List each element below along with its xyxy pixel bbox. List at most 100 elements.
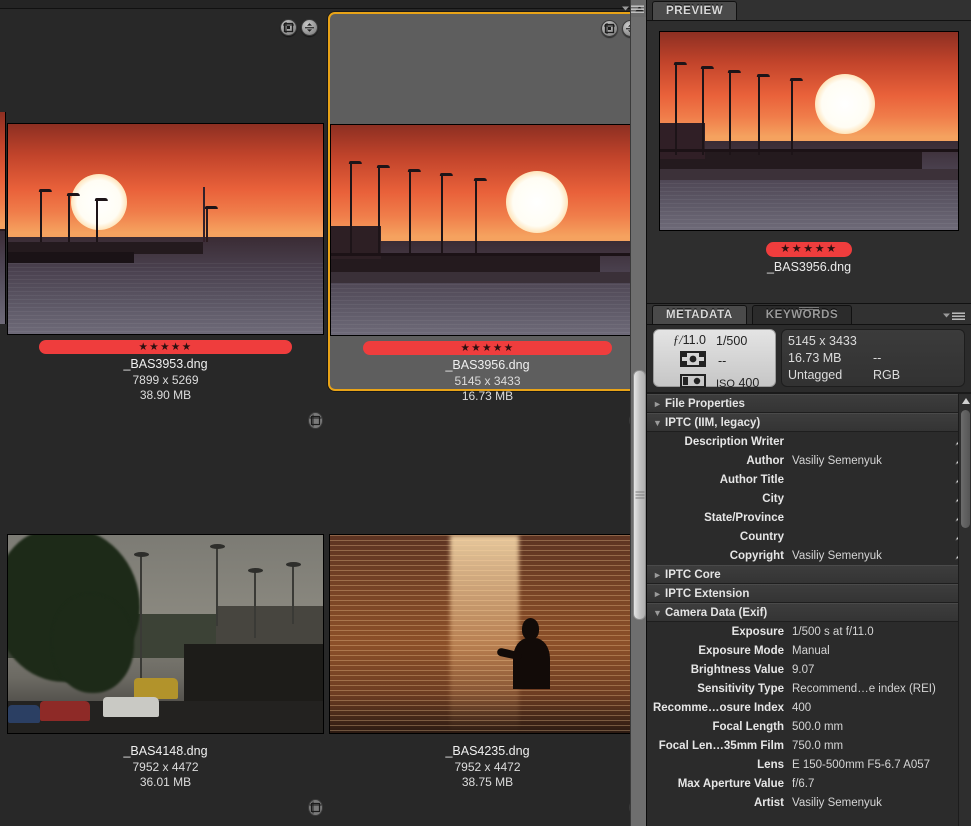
scrollbar-thumb[interactable] [961, 410, 970, 528]
raw-crop-icon[interactable] [601, 20, 618, 37]
preview-caption: ★★★★★ _BAS3956.dng [655, 239, 963, 274]
content-top-strip [0, 0, 646, 9]
metadata-row[interactable]: Author Title [647, 470, 971, 489]
section-iptc-core[interactable]: ► IPTC Core [647, 565, 971, 584]
metadata-label: Focal Len…35mm Film [658, 739, 784, 752]
thumbnail-cell[interactable]: ★★★★★ _BAS3953.dng 7899 x 5269 38.90 MB [6, 12, 325, 409]
section-title: Camera Data (Exif) [665, 606, 768, 619]
bridge-window: ★★★★★ _BAS3953.dng 7899 x 5269 38.90 MB [0, 0, 971, 826]
metadata-scrollbar[interactable] [958, 394, 971, 826]
section-iptc-extension[interactable]: ► IPTC Extension [647, 584, 971, 603]
metadata-value: 500.0 mm [792, 720, 844, 733]
metadata-row[interactable]: Focal Len…35mm Film 750.0 mm [647, 736, 971, 755]
metadata-label: Max Aperture Value [677, 777, 784, 790]
thumbnail-filename: _BAS3956.dng [445, 358, 530, 372]
metadata-row[interactable]: Exposure 1/500 s at f/11.0 [647, 622, 971, 641]
preview-tabbar: PREVIEW [647, 0, 971, 21]
section-title: File Properties [665, 397, 745, 410]
stack-collapse-icon[interactable] [301, 19, 318, 36]
content-panel-menu-icon[interactable] [622, 1, 644, 19]
metadata-row[interactable]: Brightness Value 9.07 [647, 660, 971, 679]
metadata-row[interactable]: City [647, 489, 971, 508]
metadata-row[interactable]: Country [647, 527, 971, 546]
chevron-right-icon: ► [653, 398, 662, 409]
right-panel: PREVIEW ★★★★★ _BAS3956.dng METADATA KEYW… [646, 0, 971, 826]
thumbnail-image[interactable] [330, 124, 645, 336]
metadata-value: 400 [792, 701, 812, 714]
rating-badge[interactable]: ★★★★★ [39, 340, 292, 354]
exif-summary-right: 5145 x 3433 16.73 MB -- Untagged RGB [781, 329, 965, 387]
metadata-row[interactable]: Lens E 150-500mm F5-6.7 A057 [647, 755, 971, 774]
metadata-label: Description Writer [684, 435, 784, 448]
metering-mode-icon [658, 349, 710, 372]
image-dimensions: 5145 x 3433 [788, 333, 857, 348]
thumbnail-image[interactable] [329, 534, 646, 734]
metadata-value[interactable]: Vasiliy Semenyuk [792, 455, 951, 467]
section-title: IPTC Extension [665, 587, 750, 600]
chevron-right-icon: ► [653, 588, 662, 599]
exif-summary-left: ƒ/11.0 1/500 -- ISO 400 [653, 329, 776, 390]
metadata-row[interactable]: Artist Vasiliy Semenyuk [647, 793, 971, 812]
metadata-value: f/6.7 [792, 777, 815, 790]
section-file-properties[interactable]: ► File Properties [647, 394, 971, 413]
thumbnail-filesize: 36.01 MB [139, 775, 192, 789]
metadata-value: Vasiliy Semenyuk [792, 796, 882, 809]
panel-menu-icon[interactable] [943, 308, 965, 326]
metadata-row[interactable]: Sensitivity Type Recommend…e index (REI) [647, 679, 971, 698]
metadata-label: Country [739, 530, 784, 543]
metadata-value: 750.0 mm [792, 739, 844, 752]
metadata-label: Author Title [719, 473, 784, 486]
metadata-row[interactable]: State/Province [647, 508, 971, 527]
scroll-up-arrow-icon[interactable] [959, 394, 971, 408]
metadata-value: Recommend…e index (REI) [792, 682, 936, 695]
preview-rating-badge[interactable]: ★★★★★ [766, 242, 852, 257]
thumbnail-image[interactable] [7, 123, 324, 335]
metadata-label: Brightness Value [690, 663, 784, 676]
preview-panel: ★★★★★ _BAS3956.dng [647, 21, 971, 304]
scrollbar-grip-icon [635, 490, 644, 501]
camera-icon [658, 372, 710, 393]
metadata-label: Focal Length [712, 720, 784, 733]
metadata-row[interactable]: Copyright Vasiliy Semenyuk [647, 546, 971, 565]
metadata-row[interactable]: Author Vasiliy Semenyuk [647, 451, 971, 470]
metadata-value[interactable]: Vasiliy Semenyuk [792, 550, 951, 562]
metadata-row[interactable]: Max Aperture Value f/6.7 [647, 774, 971, 793]
tab-preview[interactable]: PREVIEW [652, 1, 738, 20]
thumbnail-image[interactable] [7, 534, 324, 734]
content-scrollbar[interactable] [630, 0, 646, 826]
section-camera-data[interactable]: ▼ Camera Data (Exif) [647, 603, 971, 622]
raw-crop-icon[interactable] [280, 19, 297, 36]
metadata-label: Exposure Mode [698, 644, 784, 657]
metadata-row[interactable]: Exposure Mode Manual [647, 641, 971, 660]
thumbnail-cell[interactable]: _BAS4235.dng 7952 x 4472 38.75 MB [328, 521, 646, 811]
section-title: IPTC (IIM, legacy) [665, 416, 761, 429]
thumbnail-grid[interactable]: ★★★★★ _BAS3953.dng 7899 x 5269 38.90 MB [0, 9, 646, 826]
metadata-row[interactable]: Recomme…osure Index 400 [647, 698, 971, 717]
stack-marker-icon[interactable] [308, 412, 323, 429]
metadata-list[interactable]: ► File Properties ▼ IPTC (IIM, legacy) D… [647, 393, 971, 826]
metadata-row[interactable]: Description Writer [647, 432, 971, 451]
metadata-label: City [762, 492, 784, 505]
metadata-value: 1/500 s at f/11.0 [792, 625, 874, 638]
scrollbar-thumb[interactable] [633, 370, 646, 620]
offscreen-thumbnail-sliver [0, 0, 6, 826]
preview-image[interactable] [659, 31, 959, 231]
thumbnail-cell[interactable]: _BAS4148.dng 7952 x 4472 36.01 MB [6, 521, 325, 811]
rating-badge[interactable]: ★★★★★ [363, 341, 612, 355]
metadata-value: Manual [792, 644, 830, 657]
metadata-label: Lens [757, 758, 784, 771]
thumbnail-cell-selected[interactable]: ★★★★★ _BAS3956.dng 5145 x 3433 16.73 MB [328, 12, 646, 403]
stack-marker-icon[interactable] [308, 799, 323, 816]
exif-dash: -- [873, 350, 882, 365]
section-iptc-iim[interactable]: ▼ IPTC (IIM, legacy) [647, 413, 971, 432]
metadata-row[interactable]: Focal Length 500.0 mm [647, 717, 971, 736]
section-title: IPTC Core [665, 568, 721, 581]
panel-resize-handle[interactable] [799, 306, 819, 310]
tab-metadata[interactable]: METADATA [652, 305, 747, 324]
exif-summary-box: ƒ/11.0 1/500 -- ISO 400 5145 x 3433 16.7… [647, 325, 971, 393]
metering-value: -- [718, 353, 727, 368]
thumbnail-dimensions: 7952 x 4472 [132, 759, 199, 774]
thumbnail-dimensions: 7952 x 4472 [454, 759, 521, 774]
metadata-label: Recomme…osure Index [652, 701, 784, 714]
color-mode: RGB [873, 368, 901, 383]
